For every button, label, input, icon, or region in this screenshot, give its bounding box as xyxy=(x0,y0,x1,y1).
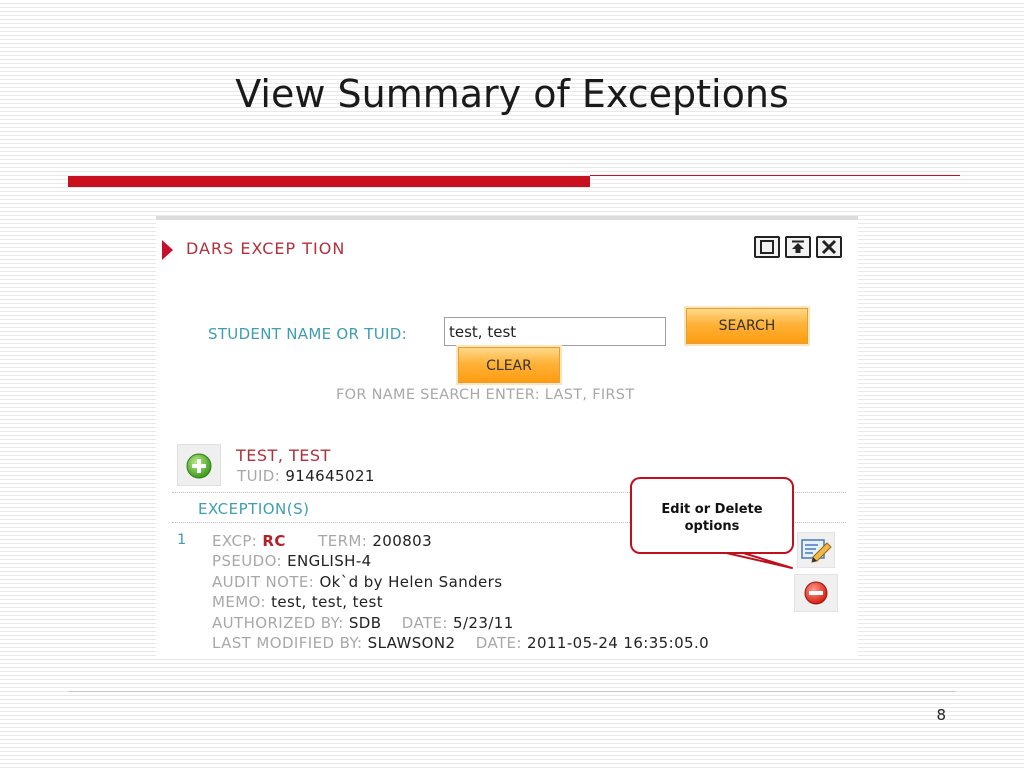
pseudo-label: PSEUDO: xyxy=(212,552,282,570)
exceptions-heading: EXCEPTION(S) xyxy=(198,500,310,518)
exception-code-row: EXCP: RC TERM: 200803 xyxy=(212,532,432,550)
tuid-label: TUID: xyxy=(237,467,281,485)
search-button[interactable]: SEARCH xyxy=(686,308,808,344)
authorized-value: SDB xyxy=(348,614,382,632)
callout-line-2: options xyxy=(684,519,740,534)
title-underline-thick xyxy=(68,176,590,187)
term-value: 200803 xyxy=(372,532,433,550)
exception-last-modified-row: LAST MODIFIED BY: SLAWSON2 DATE: 2011-05… xyxy=(212,634,709,652)
audit-note-value: Ok`d by Helen Sanders xyxy=(319,573,503,591)
title-underline-thin xyxy=(590,175,960,176)
panel-title: DARS EXCEP TION xyxy=(186,239,346,258)
pseudo-value: ENGLISH-4 xyxy=(287,552,372,570)
header-arrow-icon xyxy=(162,240,173,260)
last-modified-date: 2011-05-24 16:35:05.0 xyxy=(527,634,710,652)
exception-index: 1 xyxy=(177,532,187,548)
maximize-icon[interactable] xyxy=(754,236,780,258)
student-tuid: TUID: 914645021 xyxy=(237,467,375,485)
date-label: DATE: xyxy=(475,634,522,652)
edit-exception-button[interactable] xyxy=(797,532,835,568)
panel-header: DARS EXCEP TION xyxy=(156,236,858,266)
footer-line xyxy=(68,691,956,692)
plus-icon xyxy=(186,453,212,479)
exception-pseudo-row: PSEUDO: ENGLISH-4 xyxy=(212,552,372,570)
exception-authorized-row: AUTHORIZED BY: SDB DATE: 5/23/11 xyxy=(212,614,514,632)
excp-value: RC xyxy=(262,532,286,550)
last-modified-label: LAST MODIFIED BY: xyxy=(212,634,363,652)
authorized-date: 5/23/11 xyxy=(453,614,514,632)
close-icon[interactable] xyxy=(816,236,842,258)
memo-value: test, test, test xyxy=(271,593,384,611)
slide-title: View Summary of Exceptions xyxy=(235,72,789,116)
edit-delete-callout: Edit or Delete options xyxy=(630,477,794,554)
page-number: 8 xyxy=(936,706,946,724)
search-hint: FOR NAME SEARCH ENTER: LAST, FIRST xyxy=(336,387,635,403)
delete-icon xyxy=(804,581,828,605)
dars-exception-panel: DARS EXCEP TION STUDENT NAME OR TUID: te… xyxy=(156,216,858,658)
delete-exception-button[interactable] xyxy=(794,574,838,612)
audit-note-label: AUDIT NOTE: xyxy=(212,573,315,591)
edit-icon xyxy=(801,539,832,563)
exception-memo-row: MEMO: test, test, test xyxy=(212,593,383,611)
authorized-label: AUTHORIZED BY: xyxy=(212,614,344,632)
exception-audit-note-row: AUDIT NOTE: Ok`d by Helen Sanders xyxy=(212,573,502,591)
excp-label: EXCP: xyxy=(212,532,258,550)
student-search-input[interactable] xyxy=(444,317,666,346)
memo-label: MEMO: xyxy=(212,593,266,611)
term-label: TERM: xyxy=(318,532,368,550)
date-label: DATE: xyxy=(401,614,448,632)
tuid-value: 914645021 xyxy=(285,467,375,485)
clear-button[interactable]: CLEAR xyxy=(458,347,560,383)
minimize-icon[interactable] xyxy=(785,236,811,258)
add-exception-button[interactable] xyxy=(177,444,221,486)
student-name: TEST, TEST xyxy=(236,446,331,465)
callout-line-1: Edit or Delete xyxy=(661,502,763,517)
search-label: STUDENT NAME OR TUID: xyxy=(208,325,407,343)
last-modified-value: SLAWSON2 xyxy=(367,634,456,652)
